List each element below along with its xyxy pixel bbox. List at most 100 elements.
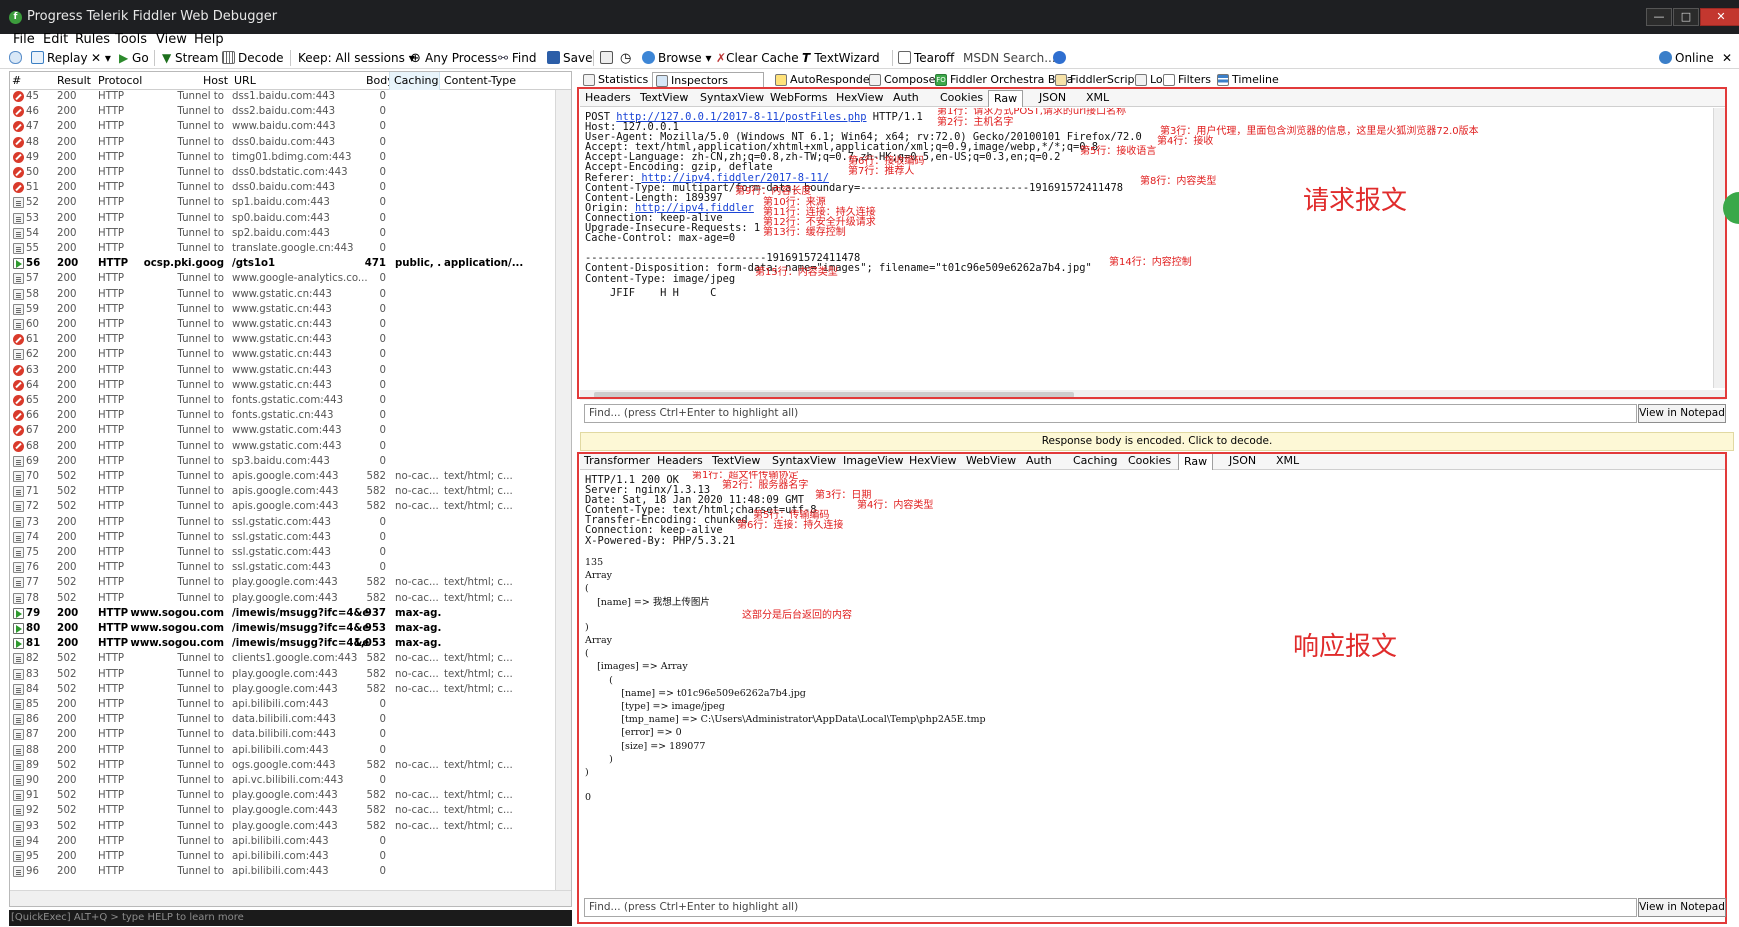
table-row[interactable]: 51 200 HTTP Tunnel to dss0.baidu.com:443 0 xyxy=(10,181,571,196)
table-row[interactable]: 84 502 HTTP Tunnel to play.google.com:443 582… xyxy=(10,683,571,698)
online-button[interactable]: Online xyxy=(1659,50,1714,66)
table-row[interactable]: 72 502 HTTP Tunnel to apis.google.com:443 582… xyxy=(10,500,571,515)
clear-cache-button[interactable]: ✗Clear Cache xyxy=(716,50,799,66)
table-row[interactable]: 85 200 HTTP Tunnel to api.bilibili.com:443 0 xyxy=(10,698,571,713)
table-row[interactable]: 96 200 HTTP Tunnel to api.bilibili.com:443 0 xyxy=(10,865,571,880)
table-row[interactable]: 58 200 HTTP Tunnel to www.gstatic.cn:443 0 xyxy=(10,288,571,303)
maximize-button[interactable]: □ xyxy=(1673,8,1699,26)
minimize-button[interactable]: — xyxy=(1646,8,1672,26)
table-row[interactable]: 69 200 HTTP Tunnel to sp3.baidu.com:443 0 xyxy=(10,455,571,470)
table-row[interactable]: 71 502 HTTP Tunnel to apis.google.com:443 582… xyxy=(10,485,571,500)
table-row[interactable]: 78 502 HTTP Tunnel to play.google.com:443 582… xyxy=(10,592,571,607)
table-row[interactable]: 52 200 HTTP Tunnel to sp1.baidu.com:443 0 xyxy=(10,196,571,211)
col-host[interactable]: Host xyxy=(203,74,228,87)
table-row[interactable]: 70 502 HTTP Tunnel to apis.google.com:443 582… xyxy=(10,470,571,485)
tearoff-button[interactable]: Tearoff xyxy=(898,50,954,66)
table-row[interactable]: 61 200 HTTP Tunnel to www.gstatic.cn:443 0 xyxy=(10,333,571,348)
decode-response-bar[interactable]: Response body is encoded. Click to decod… xyxy=(580,432,1734,451)
table-row[interactable]: 86 200 HTTP Tunnel to data.bilibili.com:443 0 xyxy=(10,713,571,728)
table-row[interactable]: 62 200 HTTP Tunnel to www.gstatic.cn:443 0 xyxy=(10,348,571,363)
decode-button[interactable]: Decode xyxy=(222,50,284,66)
table-row[interactable]: 92 502 HTTP Tunnel to play.google.com:443 582… xyxy=(10,804,571,819)
session-list-hscroll[interactable] xyxy=(10,890,571,906)
table-row[interactable]: 79 200 HTTP www.sogou.com/imewis/msugg?ifc=… xyxy=(10,607,571,622)
row-host: Tunnel to xyxy=(177,531,224,543)
close-button[interactable]: ✕ xyxy=(1700,8,1739,26)
row-caching: no-cac... xyxy=(395,683,439,695)
table-row[interactable]: 93 502 HTTP Tunnel to play.google.com:443 582… xyxy=(10,820,571,835)
table-row[interactable]: 75 200 HTTP Tunnel to ssl.gstatic.com:443 0 xyxy=(10,546,571,561)
help-button[interactable] xyxy=(1053,50,1069,66)
browse-button[interactable]: Browse ▾ xyxy=(642,50,712,66)
table-row[interactable]: 89 502 HTTP Tunnel to ogs.google.com:443 582 n… xyxy=(10,759,571,774)
table-row[interactable]: 67 200 HTTP Tunnel to www.gstatic.com:443 0 xyxy=(10,424,571,439)
table-row[interactable]: 46 200 HTTP Tunnel to dss2.baidu.com:443 0 xyxy=(10,105,571,120)
table-row[interactable]: 66 200 HTTP Tunnel to fonts.gstatic.cn:443 0 xyxy=(10,409,571,424)
table-row[interactable]: 90 200 HTTP Tunnel to api.vc.bilibili.com:44… xyxy=(10,774,571,789)
col-caching[interactable]: Caching xyxy=(389,72,440,90)
replay-button[interactable]: Replay xyxy=(31,50,88,66)
table-row[interactable]: 64 200 HTTP Tunnel to www.gstatic.cn:443 0 xyxy=(10,379,571,394)
table-row[interactable]: 82 502 HTTP Tunnel to clients1.google.com:44… xyxy=(10,652,571,667)
table-row[interactable]: 68 200 HTTP Tunnel to www.gstatic.com:443 0 xyxy=(10,440,571,455)
table-row[interactable]: 60 200 HTTP Tunnel to www.gstatic.cn:443 0 xyxy=(10,318,571,333)
table-row[interactable]: 57 200 HTTP Tunnel to www.google-analytics.c… xyxy=(10,272,571,287)
col-protocol[interactable]: Protocol xyxy=(98,74,142,87)
menu-file[interactable]: File xyxy=(13,32,35,47)
menu-rules[interactable]: Rules xyxy=(75,32,110,47)
table-row[interactable]: 63 200 HTTP Tunnel to www.gstatic.cn:443 0 xyxy=(10,364,571,379)
keep-sessions-dropdown[interactable]: Keep: All sessions ▾ xyxy=(298,50,415,66)
table-row[interactable]: 48 200 HTTP Tunnel to dss0.baidu.com:443 0 xyxy=(10,136,571,151)
save-button[interactable]: Save xyxy=(547,50,592,66)
session-list-vscroll[interactable] xyxy=(555,90,571,890)
table-row[interactable]: 49 200 HTTP Tunnel to timg01.bdimg.com:443 0 xyxy=(10,151,571,166)
table-row[interactable]: 94 200 HTTP Tunnel to api.bilibili.com:443 0 xyxy=(10,835,571,850)
table-row[interactable]: 74 200 HTTP Tunnel to ssl.gstatic.com:443 0 xyxy=(10,531,571,546)
table-row[interactable]: 81 200 HTTP www.sogou.com/imewis/msugg?ifc=… xyxy=(10,637,571,652)
table-row[interactable]: 73 200 HTTP Tunnel to ssl.gstatic.com:443 0 xyxy=(10,516,571,531)
remove-button[interactable]: ✕ ▾ xyxy=(91,50,111,66)
table-row[interactable]: 87 200 HTTP Tunnel to data.bilibili.com:443 0 xyxy=(10,728,571,743)
table-row[interactable]: 91 502 HTTP Tunnel to play.google.com:443 582… xyxy=(10,789,571,804)
table-row[interactable]: 59 200 HTTP Tunnel to www.gstatic.cn:443 0 xyxy=(10,303,571,318)
tunnel-icon xyxy=(13,790,24,802)
response-find-input[interactable]: Find... (press Ctrl+Enter to highlight a… xyxy=(584,898,1637,917)
request-find-input[interactable]: Find... (press Ctrl+Enter to highlight a… xyxy=(584,404,1637,423)
table-row[interactable]: 53 200 HTTP Tunnel to sp0.baidu.com:443 0 xyxy=(10,212,571,227)
table-row[interactable]: 80 200 HTTP www.sogou.com/imewis/msugg?ifc=… xyxy=(10,622,571,637)
response-view-in-notepad-button[interactable]: View in Notepad xyxy=(1638,898,1726,917)
comment-button[interactable] xyxy=(9,50,25,66)
table-row[interactable]: 95 200 HTTP Tunnel to api.bilibili.com:443 0 xyxy=(10,850,571,865)
go-button[interactable]: ▶ Go xyxy=(119,50,149,66)
menu-edit[interactable]: Edit xyxy=(43,32,68,47)
find-button[interactable]: ⚯ Find xyxy=(498,50,536,66)
table-row[interactable]: 77 502 HTTP Tunnel to play.google.com:443 582… xyxy=(10,576,571,591)
col-url[interactable]: URL xyxy=(234,74,256,87)
close-toolbar-button[interactable]: ✕ xyxy=(1722,50,1732,66)
table-row[interactable]: 54 200 HTTP Tunnel to sp2.baidu.com:443 0 xyxy=(10,227,571,242)
any-process-button[interactable]: ⊕ Any Process xyxy=(410,50,497,66)
table-row[interactable]: 88 200 HTTP Tunnel to api.bilibili.com:443 0 xyxy=(10,744,571,759)
stream-button[interactable]: ▼ Stream xyxy=(162,50,218,66)
col-number[interactable]: # xyxy=(12,74,21,87)
col-result[interactable]: Result xyxy=(57,74,91,87)
table-row[interactable]: 76 200 HTTP Tunnel to ssl.gstatic.com:443 0 xyxy=(10,561,571,576)
msdn-search-input[interactable]: MSDN Search... xyxy=(963,50,1056,66)
request-view-in-notepad-button[interactable]: View in Notepad xyxy=(1638,404,1726,423)
table-row[interactable]: 55 200 HTTP Tunnel to translate.google.cn:44… xyxy=(10,242,571,257)
quickexec-input[interactable]: [QuickExec] ALT+Q > type HELP to learn m… xyxy=(9,910,572,926)
timer-button[interactable]: ◷ xyxy=(620,50,631,66)
menu-view[interactable]: View xyxy=(156,32,187,47)
table-row[interactable]: 47 200 HTTP Tunnel to www.baidu.com:443 0 xyxy=(10,120,571,135)
screenshot-button[interactable] xyxy=(600,50,616,66)
menu-help[interactable]: Help xyxy=(194,32,224,47)
table-row[interactable]: 45 200 HTTP Tunnel to dss1.baidu.com:443 0 xyxy=(10,90,571,105)
table-row[interactable]: 50 200 HTTP Tunnel to dss0.bdstatic.com:443 0 xyxy=(10,166,571,181)
table-row[interactable]: 65 200 HTTP Tunnel to fonts.gstatic.com:443 0 xyxy=(10,394,571,409)
col-content-type[interactable]: Content-Type xyxy=(444,74,516,87)
menu-tools[interactable]: Tools xyxy=(115,32,147,47)
row-body: 582 xyxy=(366,683,386,695)
table-row[interactable]: 56 200 HTTP ocsp.pki.goog/gts1o1 471 public, … xyxy=(10,257,571,272)
textwizard-button[interactable]: T TextWizard xyxy=(802,50,880,66)
table-row[interactable]: 83 502 HTTP Tunnel to play.google.com:443 582… xyxy=(10,668,571,683)
